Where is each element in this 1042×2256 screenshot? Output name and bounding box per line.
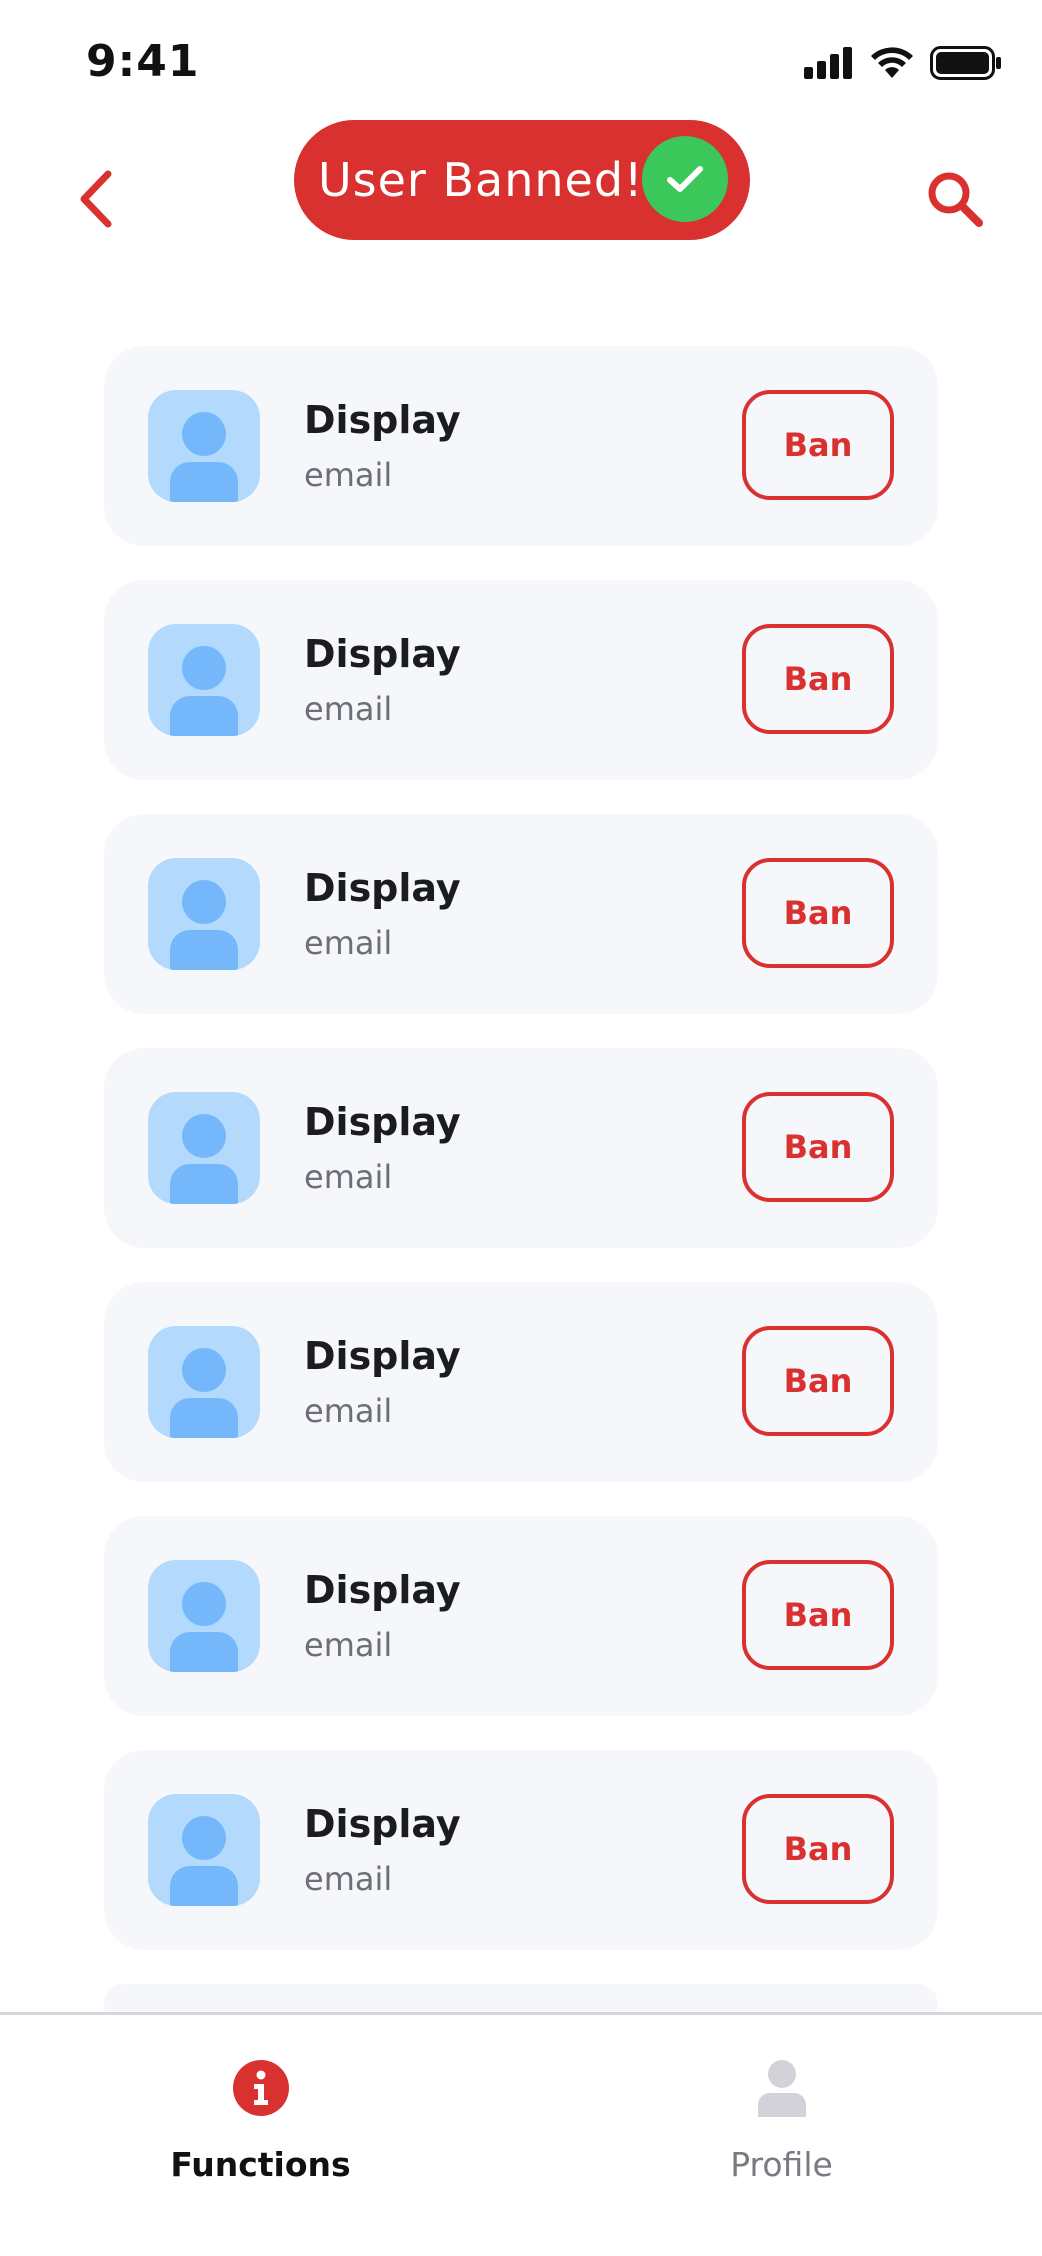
user-name: Display [304, 1802, 461, 1846]
info-icon [232, 2059, 290, 2122]
toast-notification: User Banned! [294, 120, 750, 240]
back-button[interactable] [66, 166, 126, 236]
user-email: email [304, 1392, 393, 1430]
chevron-left-icon [76, 168, 116, 235]
user-card: Display email Ban [104, 1282, 938, 1482]
ban-button[interactable]: Ban [742, 390, 894, 500]
status-bar: 9:41 [0, 0, 1042, 120]
user-name: Display [304, 866, 461, 910]
ban-button[interactable]: Ban [742, 858, 894, 968]
search-button[interactable] [920, 166, 990, 236]
user-list: Display email Ban Display email Ban Disp… [104, 346, 938, 2024]
status-time: 9:41 [86, 36, 200, 87]
tab-functions-icon-wrap [232, 2055, 290, 2125]
avatar [148, 1560, 260, 1672]
user-avatar-icon [148, 1816, 260, 1906]
user-card: Display email Ban [104, 1516, 938, 1716]
tab-profile[interactable]: Profile [521, 2015, 1042, 2256]
battery-icon [930, 46, 1002, 85]
status-icons [804, 46, 1002, 85]
user-name: Display [304, 632, 461, 676]
tab-profile-icon-wrap [756, 2055, 808, 2125]
toast-text: User Banned! [318, 153, 644, 207]
screen: 9:41 User Banned! Display email Ban Disp… [0, 0, 1042, 2256]
ban-button[interactable]: Ban [742, 1326, 894, 1436]
user-card: Display email Ban [104, 1048, 938, 1248]
user-email: email [304, 1860, 393, 1898]
avatar [148, 624, 260, 736]
user-email: email [304, 1158, 393, 1196]
user-email: email [304, 690, 393, 728]
user-avatar-icon [148, 412, 260, 502]
avatar [148, 1326, 260, 1438]
tab-functions[interactable]: Functions [0, 2015, 521, 2256]
user-email: email [304, 456, 393, 494]
signal-icon [804, 47, 854, 84]
header: User Banned! [0, 120, 1042, 280]
user-avatar-icon [148, 646, 260, 736]
user-name: Display [304, 1100, 461, 1144]
user-name: Display [304, 398, 461, 442]
tab-profile-label: Profile [730, 2145, 833, 2184]
user-email: email [304, 1626, 393, 1664]
user-email: email [304, 924, 393, 962]
user-card: Display email Ban [104, 346, 938, 546]
ban-button[interactable]: Ban [742, 1560, 894, 1670]
checkmark-icon [642, 136, 728, 222]
tab-functions-label: Functions [170, 2145, 351, 2184]
person-icon [756, 2059, 808, 2122]
user-avatar-icon [148, 1114, 260, 1204]
user-card: Display email Ban [104, 814, 938, 1014]
user-card: Display email Ban [104, 580, 938, 780]
user-avatar-icon [148, 880, 260, 970]
user-card: Display email Ban [104, 1750, 938, 1950]
ban-button[interactable]: Ban [742, 624, 894, 734]
tab-bar: Functions Profile [0, 2012, 1042, 2256]
user-name: Display [304, 1334, 461, 1378]
avatar [148, 858, 260, 970]
wifi-icon [870, 46, 914, 85]
avatar [148, 1794, 260, 1906]
ban-button[interactable]: Ban [742, 1092, 894, 1202]
avatar [148, 1092, 260, 1204]
search-icon [925, 169, 985, 234]
user-avatar-icon [148, 1582, 260, 1672]
user-name: Display [304, 1568, 461, 1612]
ban-button[interactable]: Ban [742, 1794, 894, 1904]
avatar [148, 390, 260, 502]
user-avatar-icon [148, 1348, 260, 1438]
